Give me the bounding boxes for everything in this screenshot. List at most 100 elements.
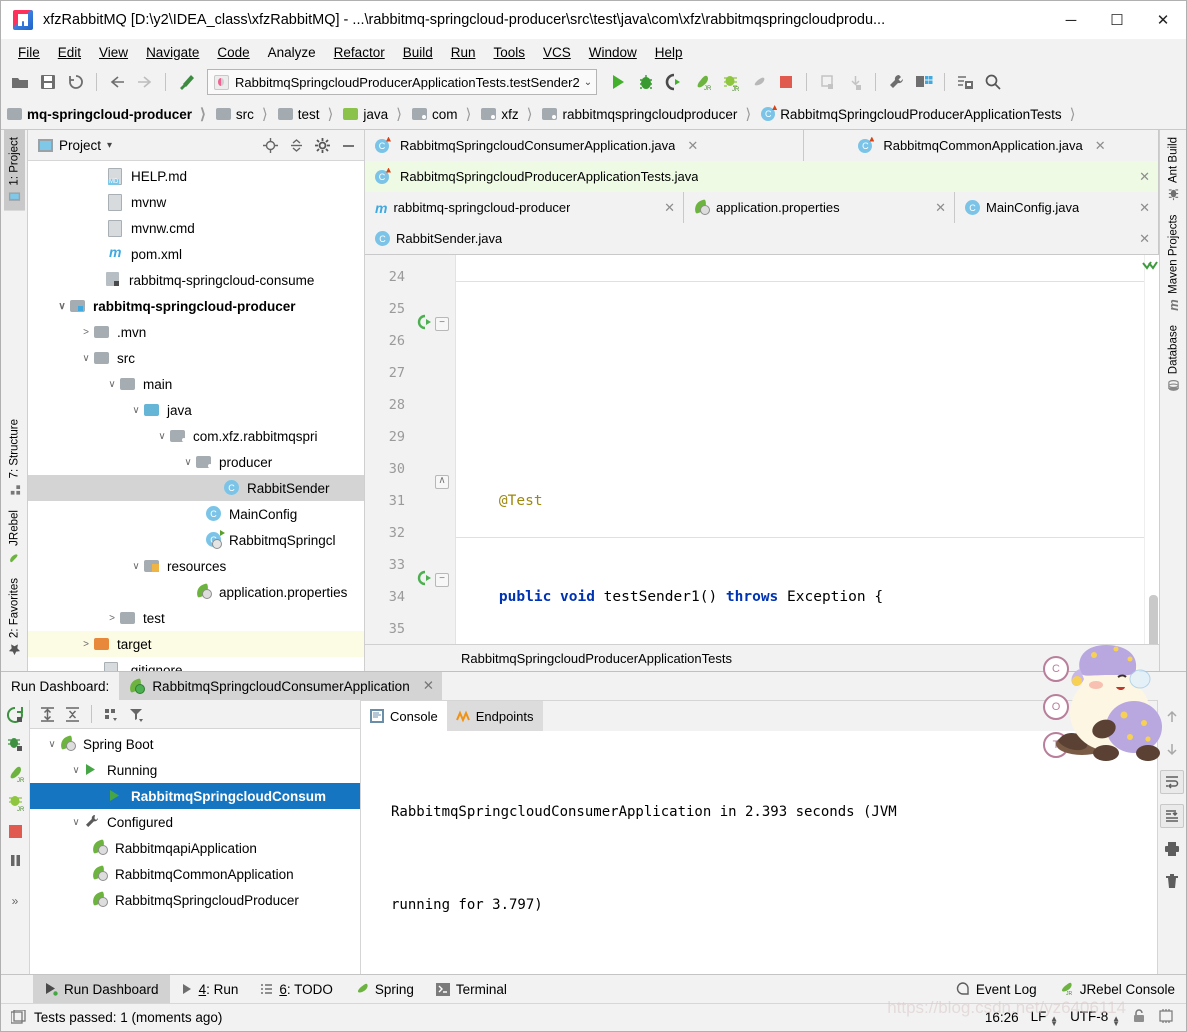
dashboard-row-configured[interactable]: ∨ Configured <box>30 809 360 835</box>
scroll-to-end-icon[interactable] <box>1160 804 1184 828</box>
tree-row-module[interactable]: ∨ rabbitmq-springcloud-producer <box>28 293 364 319</box>
debug-button[interactable] <box>633 69 659 95</box>
open-project-icon[interactable] <box>7 69 33 95</box>
tree-row-selected[interactable]: C RabbitSender <box>28 475 364 501</box>
hide-icon[interactable] <box>338 135 358 155</box>
close-icon[interactable]: ✕ <box>1139 169 1150 185</box>
chevron-down-icon[interactable]: ∨ <box>154 431 170 442</box>
close-icon[interactable]: ✕ <box>935 200 946 216</box>
tree-row[interactable]: C MainConfig <box>28 501 364 527</box>
breadcrumb-item-com[interactable]: com ⟩ <box>406 99 475 129</box>
close-icon[interactable]: ✕ <box>664 200 675 216</box>
scroll-down-icon[interactable] <box>1161 738 1183 760</box>
tool-window-event-log[interactable]: Event Log <box>945 975 1048 1003</box>
collapse-all-icon[interactable] <box>61 703 83 725</box>
encoding-indicator[interactable]: UTF-8 ▲ ▼ <box>1070 1009 1120 1028</box>
tool-window-run-dashboard[interactable]: Run Dashboard <box>33 975 170 1003</box>
breadcrumb-item-module[interactable]: mq-springcloud-producer ⟩ <box>1 99 210 129</box>
dashboard-row-spring-boot[interactable]: ∨ Spring Boot <box>30 731 360 757</box>
tree-row[interactable]: ∨ java <box>28 397 364 423</box>
menu-run[interactable]: Run <box>442 42 485 63</box>
menu-navigate[interactable]: Navigate <box>137 42 208 63</box>
tree-row[interactable]: ∨ src <box>28 345 364 371</box>
tree-row[interactable]: mvnw.cmd <box>28 215 364 241</box>
tree-row[interactable]: ∨ producer <box>28 449 364 475</box>
chevron-down-icon[interactable]: ∨ <box>78 353 94 364</box>
menu-window[interactable]: Window <box>580 42 646 63</box>
close-icon[interactable]: ✕ <box>1139 200 1150 216</box>
tree-row[interactable]: > test <box>28 605 364 631</box>
more-icon[interactable]: » <box>4 890 26 912</box>
dashboard-row-running[interactable]: ∨ Running <box>30 757 360 783</box>
menu-tools[interactable]: Tools <box>485 42 535 63</box>
run-button[interactable] <box>605 69 631 95</box>
sidebar-item-structure[interactable]: 7: Structure <box>4 412 25 503</box>
close-icon[interactable]: ✕ <box>1095 138 1106 154</box>
sidebar-item-project[interactable]: 1: Project <box>3 130 25 211</box>
tree-row[interactable]: C RabbitmqSpringcl <box>28 527 364 553</box>
print-icon[interactable] <box>1161 838 1183 860</box>
tree-row[interactable]: ∨ main <box>28 371 364 397</box>
chevron-right-icon[interactable]: > <box>104 613 120 624</box>
expand-all-icon[interactable] <box>36 703 58 725</box>
soft-wrap-icon[interactable] <box>1160 770 1184 794</box>
breadcrumb-item-src[interactable]: src ⟩ <box>210 99 272 129</box>
download-icon[interactable] <box>842 69 868 95</box>
stop-button[interactable] <box>773 69 799 95</box>
rerun-icon[interactable] <box>4 704 26 726</box>
editor-tab-application-properties[interactable]: application.properties ✕ <box>684 192 955 223</box>
close-icon[interactable]: ✕ <box>1139 231 1150 247</box>
chevron-down-icon[interactable]: ∨ <box>180 457 196 468</box>
memory-indicator-icon[interactable] <box>1158 1009 1174 1026</box>
tree-row[interactable]: HELP.md <box>28 163 364 189</box>
menu-file[interactable]: File <box>9 42 49 63</box>
settings-gear-icon[interactable] <box>312 135 332 155</box>
tree-row[interactable]: > .mvn <box>28 319 364 345</box>
run-dashboard-tab[interactable]: RabbitmqSpringcloudConsumerApplication ✕ <box>119 672 443 700</box>
save-all-icon[interactable] <box>35 69 61 95</box>
breadcrumb-item-java[interactable]: java ⟩ <box>337 99 406 129</box>
tool-window-spring[interactable]: Spring <box>344 975 425 1003</box>
sidebar-item-maven-projects[interactable]: m Maven Projects <box>1162 208 1185 318</box>
editor-scrollbar-thumb[interactable] <box>1149 595 1158 644</box>
back-arrow-icon[interactable] <box>104 69 130 95</box>
chevron-down-icon[interactable]: ∨ <box>68 765 84 776</box>
editor-marker-bar[interactable] <box>1142 255 1159 644</box>
chevron-right-icon[interactable]: > <box>78 639 94 650</box>
maximize-button[interactable]: ☐ <box>1094 1 1140 39</box>
menu-edit[interactable]: Edit <box>49 42 90 63</box>
fold-minus-icon[interactable]: − <box>435 317 449 331</box>
jrebel-run-icon[interactable]: JR <box>689 69 715 95</box>
forward-arrow-icon[interactable] <box>132 69 158 95</box>
tree-row-target[interactable]: > target <box>28 631 364 657</box>
editor-tab-common-app[interactable]: C RabbitmqCommonApplication.java ✕ <box>804 130 1159 161</box>
fold-plus-icon[interactable]: ∧ <box>435 475 449 489</box>
editor-tab-mainconfig[interactable]: C MainConfig.java ✕ <box>955 192 1159 223</box>
chevron-down-icon[interactable]: ∨ <box>44 739 60 750</box>
menu-refactor[interactable]: Refactor <box>325 42 394 63</box>
dashboard-row-rabbitmqapi[interactable]: RabbitmqapiApplication <box>30 835 360 861</box>
collapse-all-icon[interactable] <box>286 135 306 155</box>
tool-window-todo[interactable]: 6: TODO <box>249 975 344 1003</box>
menu-vcs[interactable]: VCS <box>534 42 580 63</box>
attach-profiler-icon[interactable] <box>745 69 771 95</box>
jrebel-debug-icon[interactable]: JR <box>4 791 26 813</box>
scroll-up-icon[interactable] <box>1161 706 1183 728</box>
line-separator-indicator[interactable]: LF ▲ ▼ <box>1031 1009 1058 1028</box>
tool-window-jrebel-console[interactable]: JR JRebel Console <box>1048 975 1186 1003</box>
project-tree[interactable]: HELP.md mvnw mvnw.cmd m pom.xml rabbitmq… <box>28 161 364 671</box>
chevron-down-icon[interactable]: ▾ <box>107 140 112 151</box>
close-icon[interactable]: ✕ <box>423 678 434 694</box>
tool-window-terminal[interactable]: Terminal <box>425 975 518 1003</box>
chevron-down-icon[interactable]: ∨ <box>104 379 120 390</box>
code-text[interactable]: @Test public void testSender1() throws E… <box>456 255 1144 644</box>
project-structure-icon[interactable] <box>911 69 937 95</box>
sync-icon[interactable] <box>63 69 89 95</box>
filter-icon[interactable] <box>125 703 147 725</box>
tab-console[interactable]: Console <box>361 701 447 731</box>
dashboard-row-selected[interactable]: RabbitmqSpringcloudConsum <box>30 783 360 809</box>
pause-icon[interactable] <box>4 849 26 871</box>
tree-row[interactable]: mvnw <box>28 189 364 215</box>
editor-tab-rabbitsender[interactable]: C RabbitSender.java ✕ <box>365 223 1159 254</box>
menu-view[interactable]: View <box>90 42 137 63</box>
